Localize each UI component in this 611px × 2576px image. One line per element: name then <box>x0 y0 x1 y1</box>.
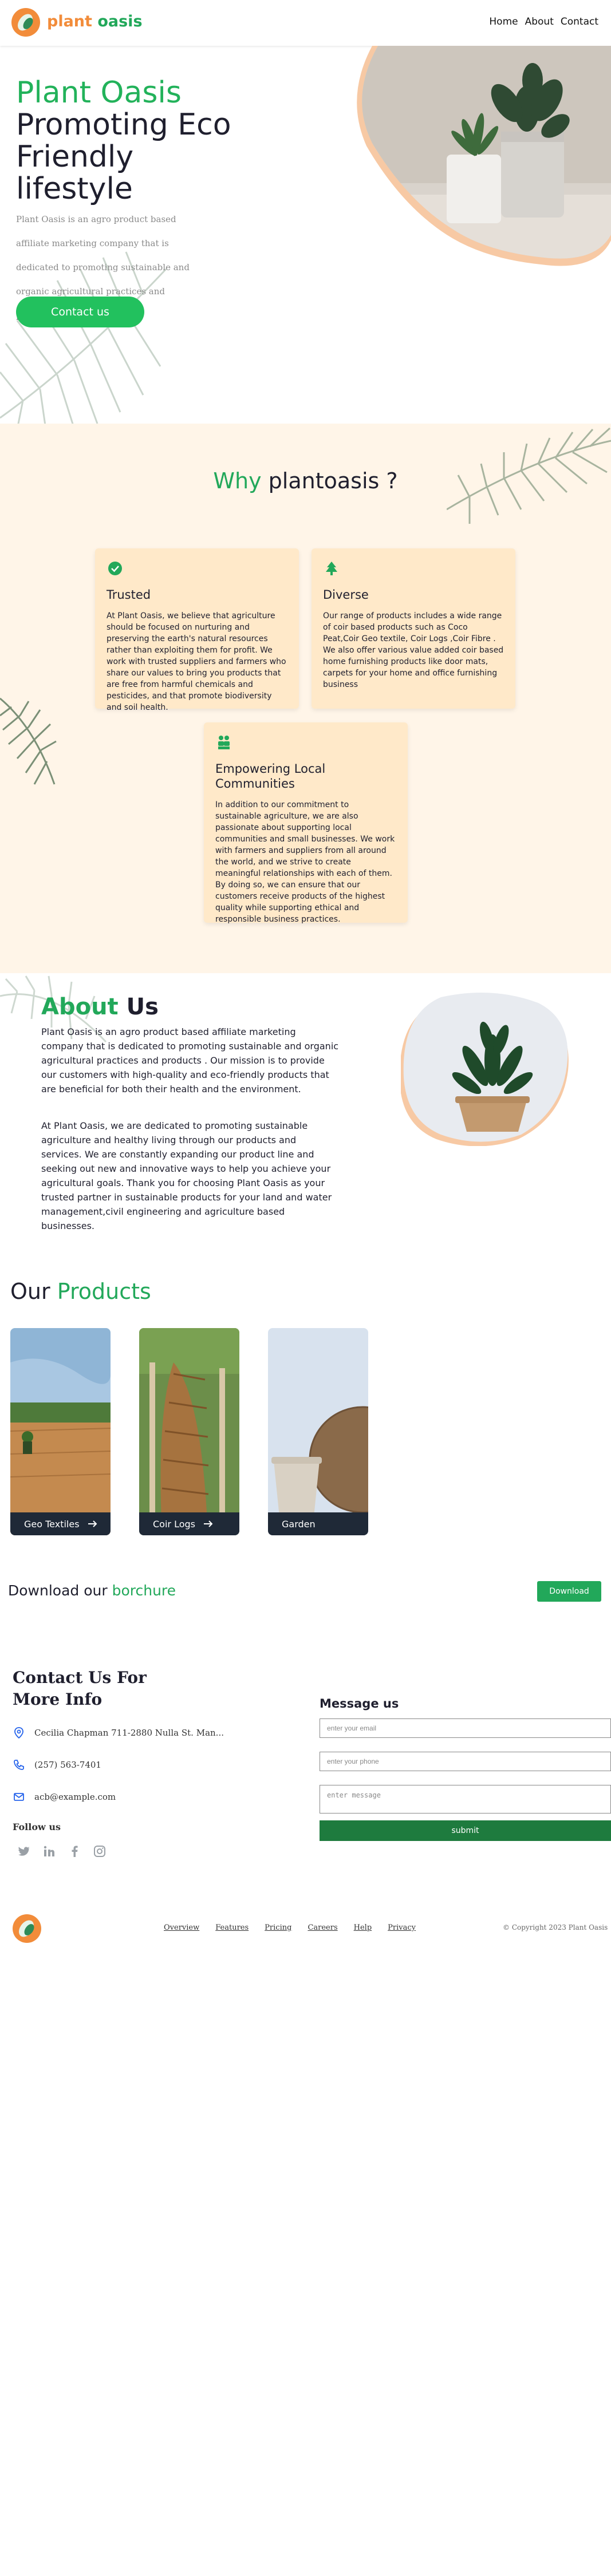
brand-name[interactable]: plant oasis <box>47 13 143 30</box>
email-field[interactable]: enter your email <box>320 1718 611 1738</box>
download-brochure-text: Download our borchure <box>8 1582 176 1599</box>
nav-about-link[interactable]: About <box>525 16 554 27</box>
geo-textiles-image <box>10 1328 111 1535</box>
arrow-right-icon <box>203 1520 213 1527</box>
about-paragraph-1: Plant Oasis is an agro product based aff… <box>41 1026 339 1095</box>
location-pin-icon <box>14 1727 23 1739</box>
footer-link-overview[interactable]: Overview <box>164 1923 199 1932</box>
why-card-title: Empowering Local Communities <box>215 762 326 791</box>
main-nav: Home About Contact <box>489 16 598 27</box>
why-card-trusted: Trusted At Plant Oasis, we believe that … <box>95 548 299 712</box>
product-label: Garden <box>282 1518 316 1530</box>
copyright-text: © Copyright 2023 Plant Oasis <box>503 1923 608 1931</box>
hero-title: Plant Oasis Promoting Eco Friendly lifes… <box>16 77 234 205</box>
hero-plant-image <box>357 46 611 266</box>
people-icon <box>218 736 230 749</box>
footer-links: Overview Features Pricing Careers Help P… <box>164 1923 416 1932</box>
footer-link-features[interactable]: Features <box>215 1923 249 1932</box>
site-header: plant oasis Home About Contact <box>0 0 611 46</box>
product-card-geo-textiles[interactable]: Geo Textiles <box>10 1328 111 1535</box>
product-caption[interactable]: Garden <box>268 1512 368 1535</box>
phone-text[interactable]: (257) 563-7401 <box>34 1760 101 1770</box>
footer-link-careers[interactable]: Careers <box>308 1923 337 1932</box>
coir-logs-image <box>139 1328 239 1535</box>
logo-icon[interactable] <box>11 8 40 37</box>
about-title: About Us <box>41 994 159 1020</box>
why-card-text: At Plant Oasis, we believe that agricult… <box>107 611 286 712</box>
palm-leaf-left <box>0 697 57 785</box>
why-card-diverse: Diverse Our range of products includes a… <box>312 548 515 709</box>
garden-image <box>268 1328 368 1535</box>
follow-us-label: Follow us <box>13 1822 61 1832</box>
arrow-right-icon <box>88 1520 97 1527</box>
contact-phone: (257) 563-7401 <box>13 1759 101 1771</box>
mail-icon <box>14 1793 24 1801</box>
product-card-garden[interactable]: Garden <box>268 1328 368 1535</box>
contact-title: Contact Us For More Info <box>13 1668 147 1709</box>
facebook-icon[interactable] <box>68 1844 81 1858</box>
contact-address: Cecilia Chapman 711-2880 Nulla St. Man..… <box>13 1726 224 1739</box>
message-us-title: Message us <box>320 1697 399 1710</box>
message-textarea[interactable]: enter message <box>320 1785 611 1814</box>
contact-email: acb@example.com <box>13 1791 116 1803</box>
nav-contact-link[interactable]: Contact <box>561 16 598 27</box>
about-paragraph-2: At Plant Oasis, we are dedicated to prom… <box>41 1120 332 1231</box>
why-section: Why plantoasis ? Trusted At Plant Oasis,… <box>0 424 611 973</box>
about-title-about: About <box>41 994 119 1020</box>
download-button[interactable]: Download <box>537 1581 601 1602</box>
product-caption[interactable]: Coir Logs <box>139 1512 239 1535</box>
products-title: Our Products <box>10 1279 151 1304</box>
contact-us-button[interactable]: Contact us <box>16 297 144 327</box>
email-text[interactable]: acb@example.com <box>34 1792 116 1802</box>
check-circle-icon <box>108 562 122 575</box>
product-label: Geo Textiles <box>24 1518 80 1530</box>
product-label: Coir Logs <box>153 1518 195 1530</box>
nav-home-link[interactable]: Home <box>489 16 518 27</box>
social-links <box>17 1844 107 1858</box>
instagram-icon[interactable] <box>93 1844 107 1858</box>
phone-field[interactable]: enter your phone <box>320 1752 611 1771</box>
submit-button[interactable]: submit <box>320 1820 611 1841</box>
why-card-text: In addition to our commitment to sustain… <box>215 800 395 924</box>
footer-link-privacy[interactable]: Privacy <box>388 1923 416 1932</box>
footer-link-pricing[interactable]: Pricing <box>265 1923 291 1932</box>
why-title: Why plantoasis ? <box>0 468 611 493</box>
tree-icon <box>326 562 337 575</box>
product-caption[interactable]: Geo Textiles <box>10 1512 111 1535</box>
product-card-coir-logs[interactable]: Coir Logs <box>139 1328 239 1535</box>
why-title-brand: plantoasis ? <box>268 468 398 493</box>
why-title-why: Why <box>213 468 262 493</box>
products-title-our: Our <box>10 1279 50 1304</box>
brand-part-plant: plant <box>47 13 92 30</box>
about-title-us: Us <box>126 994 159 1020</box>
brand-part-oasis: oasis <box>97 13 143 30</box>
phone-icon <box>14 1760 24 1770</box>
address-text: Cecilia Chapman 711-2880 Nulla St. Man..… <box>34 1728 224 1738</box>
hero-title-brand: Plant Oasis <box>16 76 182 110</box>
hero-title-tagline: Promoting Eco Friendly lifestyle <box>16 108 231 206</box>
footer-link-help[interactable]: Help <box>354 1923 372 1932</box>
why-card-title: Diverse <box>323 588 369 602</box>
download-text-dark: Download our <box>8 1582 108 1599</box>
twitter-icon[interactable] <box>17 1844 31 1858</box>
why-card-title: Trusted <box>107 588 151 602</box>
why-card-text: Our range of products includes a wide ra… <box>323 611 504 689</box>
why-card-communities: Empowering Local Communities In addition… <box>204 722 408 924</box>
products-title-products: Products <box>57 1279 151 1304</box>
footer-logo-icon[interactable] <box>13 1914 41 1943</box>
linkedin-icon[interactable] <box>42 1844 56 1858</box>
download-text-green: borchure <box>112 1582 176 1599</box>
about-plant-image <box>401 993 569 1146</box>
